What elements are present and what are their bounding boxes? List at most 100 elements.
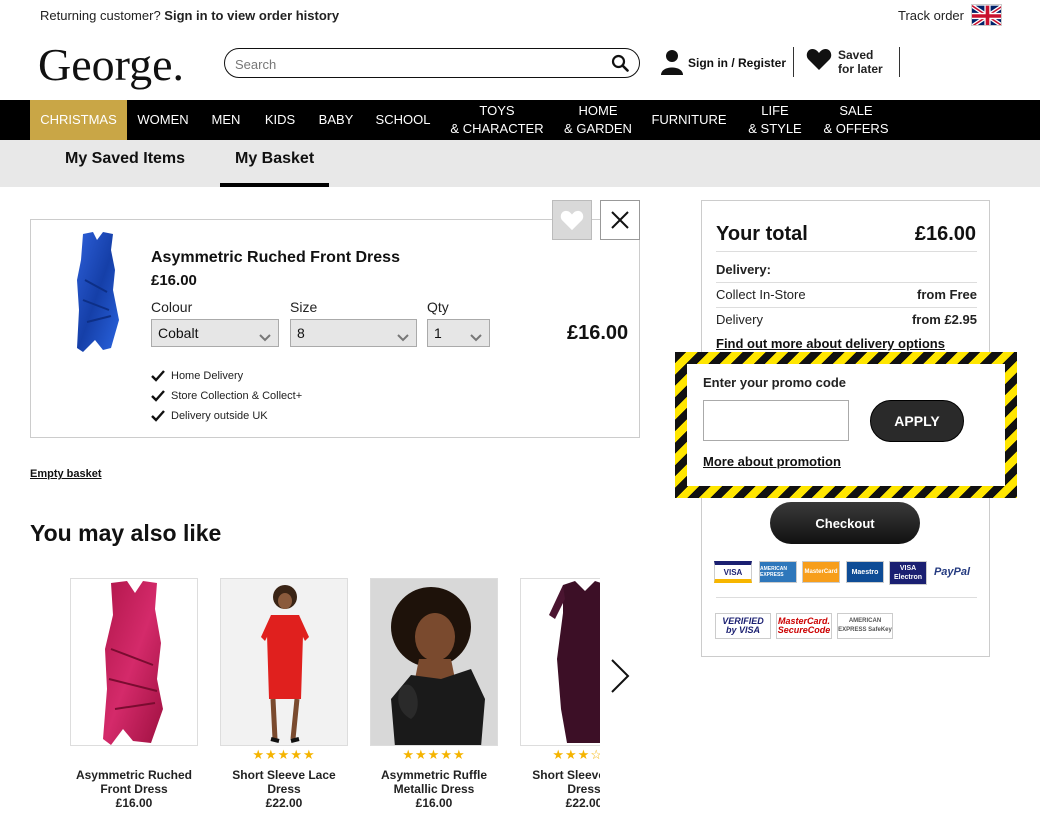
qty-label: Qty: [427, 299, 449, 315]
recommendation-name[interactable]: Asymmetric Ruched Front Dress: [70, 768, 198, 796]
delivery-label: Delivery: [716, 312, 763, 327]
uk-flag-icon[interactable]: [971, 4, 1002, 26]
verified-by-visa-logo: VERIFIED by VISA: [715, 613, 771, 639]
recommendation-clip: ★★★☆☆ Short Sleeve Lace Dress £22.00: [520, 570, 600, 820]
delivery-option: Store Collection & Collect+: [151, 390, 302, 402]
heart-icon: [806, 47, 832, 76]
recommendation-price: £16.00: [115, 796, 153, 810]
delivery-option-label: Delivery outside UK: [171, 410, 268, 422]
delivery-option-label: Home Delivery: [171, 370, 244, 382]
nav-item-life-style[interactable]: LIFE & STYLE: [740, 100, 810, 140]
chevron-down-icon: [396, 326, 410, 352]
recommendation-item[interactable]: ★★★☆☆ Short Sleeve Lace Dress £22.00: [520, 578, 600, 810]
recommendation-name[interactable]: Short Sleeve Lace Dress: [220, 768, 348, 796]
divider: [716, 251, 977, 252]
recommendation-price: £22.00: [265, 796, 303, 810]
tab-my-basket[interactable]: My Basket: [235, 150, 314, 168]
saved-label-line2: for later: [838, 61, 883, 76]
recommendation-image[interactable]: [370, 578, 498, 746]
sign-in-register-link[interactable]: Sign in / Register: [660, 48, 786, 78]
size-label: Size: [290, 299, 318, 315]
empty-basket-link[interactable]: Empty basket: [30, 468, 102, 480]
george-logo[interactable]: George.: [38, 38, 184, 91]
recommendation-image[interactable]: [70, 578, 198, 746]
recommendation-item[interactable]: ★★★★★ Short Sleeve Lace Dress £22.00: [220, 578, 348, 810]
more-about-promotion-link[interactable]: More about promotion: [703, 454, 841, 469]
nav-item-furniture[interactable]: FURNITURE: [648, 100, 730, 140]
nav-item-home-garden[interactable]: HOME & GARDEN: [558, 100, 638, 140]
nav-item-women[interactable]: WOMEN: [131, 100, 195, 140]
returning-prefix: Returning customer?: [40, 8, 165, 23]
size-select[interactable]: 8: [290, 319, 417, 347]
maestro-logo: Maestro: [846, 561, 884, 583]
promo-code-input[interactable]: [703, 400, 849, 441]
active-tab-indicator: [220, 183, 329, 187]
rating-stars: [70, 748, 198, 762]
search-icon[interactable]: [611, 54, 629, 77]
your-total-value: £16.00: [914, 223, 976, 245]
product-price: £16.00: [151, 272, 197, 289]
search-box: [224, 48, 640, 78]
tab-my-saved-items[interactable]: My Saved Items: [65, 150, 185, 168]
saved-for-later-link[interactable]: Saved for later: [806, 47, 883, 76]
basket-subtabs: My Saved Items My Basket: [0, 140, 1040, 187]
nav-item-toys-character[interactable]: TOYS & CHARACTER: [447, 100, 547, 140]
visa-logo: VISA: [714, 561, 752, 583]
returning-customer-text: Returning customer? Sign in to view orde…: [40, 8, 339, 23]
paypal-logo: PayPal: [932, 561, 972, 583]
nav-item-men[interactable]: MEN: [205, 100, 247, 140]
nav-item-baby[interactable]: BABY: [312, 100, 360, 140]
sign-in-label: Sign in / Register: [688, 56, 787, 70]
qty-select-value: 1: [434, 325, 442, 341]
nav-item-kids[interactable]: KIDS: [258, 100, 302, 140]
chevron-down-icon: [469, 326, 483, 352]
carousel-next-button[interactable]: [608, 656, 632, 701]
check-icon: [151, 410, 165, 422]
recommendation-image[interactable]: [520, 578, 600, 746]
header-divider: [899, 47, 900, 77]
remove-item-button[interactable]: [600, 200, 640, 240]
mastercard-securecode-logo: MasterCard. SecureCode: [776, 613, 832, 639]
visa-electron-logo: VISA Electron: [889, 561, 927, 585]
product-name[interactable]: Asymmetric Ruched Front Dress: [151, 249, 400, 267]
chevron-down-icon: [258, 326, 272, 352]
colour-label: Colour: [151, 299, 193, 315]
close-icon: [611, 211, 629, 229]
rating-stars: ★★★★★: [402, 747, 466, 762]
delivery-option: Home Delivery: [151, 370, 243, 382]
apply-promo-button[interactable]: APPLY: [870, 400, 964, 442]
collect-in-store-label: Collect In-Store: [716, 287, 806, 302]
search-input[interactable]: [235, 54, 605, 74]
promo-code-label: Enter your promo code: [703, 375, 847, 390]
recommendation-price: £16.00: [415, 796, 453, 810]
save-for-later-button[interactable]: [552, 200, 592, 240]
delivery-row: Delivery from £2.95: [716, 312, 977, 327]
collect-in-store-row: Collect In-Store from Free: [716, 287, 977, 302]
qty-select[interactable]: 1: [427, 319, 490, 347]
delivery-value: from £2.95: [911, 312, 977, 327]
collect-in-store-value: from Free: [917, 287, 977, 302]
nav-item-christmas[interactable]: CHRISTMAS: [30, 100, 127, 140]
nav-item-school[interactable]: SCHOOL: [369, 100, 437, 140]
colour-select[interactable]: Cobalt: [151, 319, 279, 347]
nav-item-sale-offers[interactable]: SALE & OFFERS: [818, 100, 894, 140]
rating-stars: ★★★★★: [252, 747, 316, 762]
recommendation-item[interactable]: ★★★★★ Asymmetric Ruffle Metallic Dress £…: [370, 578, 498, 810]
recommendation-name[interactable]: Short Sleeve Lace Dress: [520, 768, 600, 796]
saved-label-line1: Saved: [838, 47, 874, 62]
recommendation-item[interactable]: Asymmetric Ruched Front Dress £16.00: [70, 578, 198, 810]
recommendation-price: £22.00: [565, 796, 600, 810]
track-order-link[interactable]: Track order: [898, 8, 964, 23]
basket-item-card: Asymmetric Ruched Front Dress £16.00 Col…: [30, 219, 640, 438]
product-image[interactable]: [67, 230, 127, 358]
recommendation-image[interactable]: [220, 578, 348, 746]
rating-stars: ★★★☆☆: [552, 747, 600, 762]
you-may-also-like-heading: You may also like: [30, 520, 222, 546]
sign-in-order-history-link[interactable]: Sign in to view order history: [164, 8, 339, 23]
delivery-options-link[interactable]: Find out more about delivery options: [716, 336, 945, 351]
checkout-button[interactable]: Checkout: [770, 502, 920, 544]
delivery-heading: Delivery:: [716, 262, 977, 277]
recommendation-name[interactable]: Asymmetric Ruffle Metallic Dress: [370, 768, 498, 796]
promo-code-highlight: Enter your promo code APPLY More about p…: [675, 352, 1017, 498]
check-icon: [151, 370, 165, 382]
